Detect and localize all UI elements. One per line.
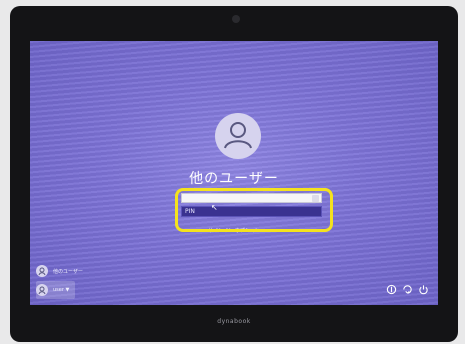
user-list-item-selected[interactable]: user ▼ (36, 281, 76, 299)
user-avatar-small (36, 265, 48, 277)
user-avatar (215, 113, 261, 159)
webcam (232, 15, 240, 23)
user-name: user ▼ (53, 287, 70, 293)
user-icon (224, 122, 252, 149)
person-icon (38, 267, 46, 276)
person-icon (38, 286, 46, 295)
mouse-cursor-icon: ↖ (211, 203, 218, 212)
user-name: 他のユーザー (53, 268, 83, 275)
network-icon[interactable] (402, 284, 413, 295)
highlight-frame (175, 188, 333, 232)
user-list-item[interactable]: 他のユーザー (36, 262, 83, 280)
brand-logo: dynabook (217, 318, 251, 325)
power-icon[interactable] (418, 284, 429, 295)
lock-screen: 他のユーザー PIN ↖ サインイン オプション 他のユーザー user ▼ (30, 41, 438, 305)
username-label: 他のユーザー (189, 171, 279, 187)
accessibility-icon[interactable] (386, 284, 397, 295)
laptop-frame: 他のユーザー PIN ↖ サインイン オプション 他のユーザー user ▼ d… (10, 6, 458, 342)
system-icons (386, 284, 429, 295)
user-avatar-small (36, 284, 48, 296)
